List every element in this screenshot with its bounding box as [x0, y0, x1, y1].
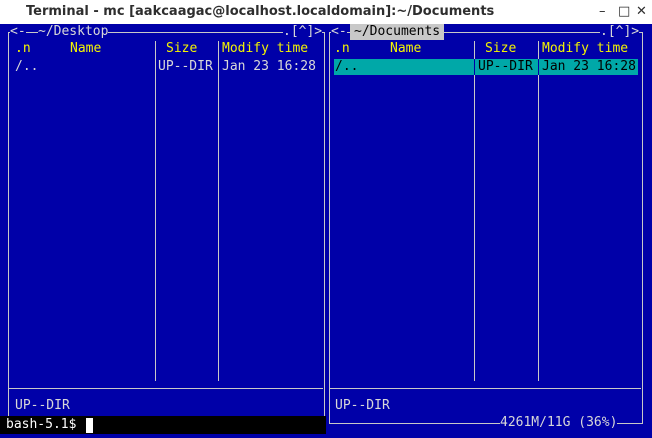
terminal-window: Terminal - mc [aakcaagac@localhost.local… [0, 0, 652, 438]
minimize-icon[interactable]: – [599, 0, 606, 24]
shell-prompt-bar[interactable]: bash-5.1$ [0, 416, 326, 434]
left-row-name: /.. [15, 59, 39, 74]
right-status: UP--DIR [335, 398, 390, 413]
left-panel-right-marker[interactable]: .[^]> [283, 24, 323, 40]
left-panel-path[interactable]: ~/Desktop [38, 24, 109, 40]
left-col-name[interactable]: Name [70, 41, 101, 57]
right-col-size[interactable]: Size [485, 41, 516, 57]
right-sel-separator [538, 59, 539, 75]
disk-usage-info: 4261M/11G (36%) [500, 415, 618, 431]
text-cursor [86, 418, 93, 433]
right-col-name[interactable]: Name [390, 41, 421, 57]
shell-prompt: bash-5.1$ [6, 417, 77, 432]
left-col-size[interactable]: Size [166, 41, 197, 57]
terminal-area[interactable]: <- ~/Desktop .[^]> .n Name Size Modify t… [0, 24, 652, 438]
close-icon[interactable]: ✕ [636, 0, 647, 24]
right-row-time: Jan 23 16:28 [542, 59, 636, 74]
right-col-separator [538, 41, 539, 381]
left-col-separator [218, 41, 219, 381]
right-sel-separator [474, 59, 475, 75]
right-col-modify-time[interactable]: Modify time [542, 41, 628, 57]
left-col-separator [155, 41, 156, 381]
left-status-divider [9, 388, 323, 389]
right-col-n[interactable]: .n [334, 41, 350, 57]
right-status-divider [330, 388, 641, 389]
right-panel-frame [329, 32, 643, 424]
right-panel-left-arrows[interactable]: <- [331, 24, 347, 40]
right-row-name: /.. [335, 59, 359, 74]
right-panel-right-marker[interactable]: .[^]> [600, 24, 640, 40]
left-col-modify-time[interactable]: Modify time [222, 41, 308, 57]
right-panel-path[interactable]: ~/Documents [350, 24, 445, 40]
right-col-separator [474, 41, 475, 381]
left-col-n[interactable]: .n [15, 41, 31, 57]
title-bar: Terminal - mc [aakcaagac@localhost.local… [0, 0, 652, 24]
left-panel-left-arrows[interactable]: <- [10, 24, 26, 40]
right-row-size: UP--DIR [478, 59, 533, 74]
window-title: Terminal - mc [aakcaagac@localhost.local… [26, 4, 495, 19]
left-status: UP--DIR [15, 398, 70, 413]
left-panel-frame [8, 32, 325, 424]
maximize-icon[interactable]: □ [618, 0, 630, 24]
left-row-time: Jan 23 16:28 [222, 59, 316, 74]
left-row-size: UP--DIR [158, 59, 213, 74]
